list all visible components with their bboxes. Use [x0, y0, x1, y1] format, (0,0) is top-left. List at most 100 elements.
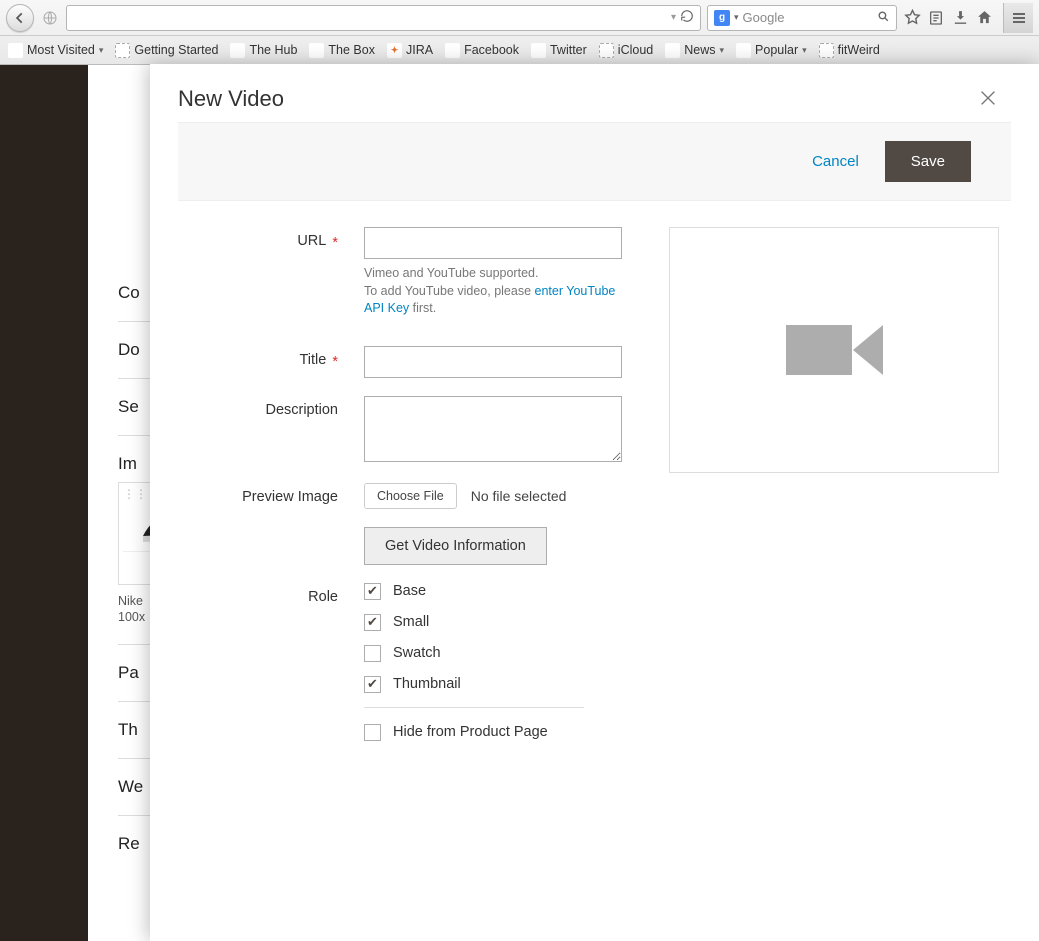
bookmark-label: Getting Started — [134, 43, 218, 57]
form-row-title: Title* — [178, 346, 643, 378]
modal-title: New Video — [178, 86, 284, 112]
favicon-icon — [115, 43, 130, 58]
form-row-url: URL* Vimeo and YouTube supported. To add… — [178, 227, 643, 318]
modal-form: URL* Vimeo and YouTube supported. To add… — [150, 201, 1039, 813]
bookmark-label: iCloud — [618, 43, 653, 57]
hide-label: Hide from Product Page — [393, 724, 548, 740]
divider — [364, 707, 584, 708]
bookmark-label: The Hub — [249, 43, 297, 57]
url-help-text: Vimeo and YouTube supported. To add YouT… — [364, 265, 622, 318]
bookmark-label: fitWeird — [838, 43, 880, 57]
favicon-icon — [599, 43, 614, 58]
label-url: URL* — [178, 227, 364, 318]
hide-from-product-page[interactable]: Hide from Product Page — [364, 724, 643, 741]
form-row-get-info: Get Video Information — [178, 527, 643, 565]
role-option[interactable]: Swatch — [364, 645, 643, 662]
bookmark-label: The Box — [328, 43, 375, 57]
bookmark-item[interactable]: ✦ JIRA — [387, 43, 433, 58]
checkbox[interactable]: ✔ — [364, 676, 381, 693]
back-button[interactable] — [6, 4, 34, 32]
new-video-modal: New Video Cancel Save URL* Vimeo and You… — [150, 64, 1039, 941]
search-icon[interactable] — [877, 10, 890, 26]
checkbox[interactable]: ✔ — [364, 583, 381, 600]
form-row-preview-image: Preview Image Choose File No file select… — [178, 483, 643, 509]
bookmark-label: Twitter — [550, 43, 587, 57]
section-label: Im — [118, 454, 137, 473]
nav-row: ▾ g ▾ Google — [0, 0, 1039, 36]
video-placeholder-icon — [786, 325, 883, 375]
favicon-icon: ◉ — [8, 43, 23, 58]
browser-chrome: ▾ g ▾ Google ◉Most Visited▾Gett — [0, 0, 1039, 65]
search-placeholder: Google — [743, 10, 873, 25]
bookmark-label: Most Visited — [27, 43, 95, 57]
bookmark-label: JIRA — [406, 43, 433, 57]
role-option[interactable]: ✔ Base — [364, 583, 643, 600]
download-icon[interactable] — [951, 9, 969, 27]
label-role: Role — [178, 583, 364, 755]
bookmark-item[interactable]: ✦ Twitter — [531, 43, 587, 58]
bookmark-item[interactable]: ▣ News ▾ — [665, 43, 724, 58]
favicon-icon: ⬡ — [230, 43, 245, 58]
bookmark-label: Popular — [755, 43, 798, 57]
favicon-icon: f — [445, 43, 460, 58]
url-bar[interactable]: ▾ — [66, 5, 701, 31]
description-input[interactable] — [364, 396, 622, 462]
bookmark-item[interactable]: iCloud — [599, 43, 653, 58]
role-label: Small — [393, 614, 429, 630]
google-icon: g — [714, 10, 730, 26]
dropdown-caret-icon[interactable]: ▾ — [671, 12, 676, 23]
modal-action-bar: Cancel Save — [178, 122, 1011, 201]
role-label: Swatch — [393, 645, 441, 661]
favicon-icon: ▣ — [736, 43, 751, 58]
star-icon[interactable] — [903, 9, 921, 27]
home-icon[interactable] — [975, 9, 993, 27]
bookmark-item[interactable]: f Facebook — [445, 43, 519, 58]
chevron-down-icon: ▾ — [802, 45, 807, 56]
label-title: Title* — [178, 346, 364, 378]
chevron-down-icon: ▾ — [99, 45, 104, 56]
favicon-icon: b — [309, 43, 324, 58]
search-caret-icon[interactable]: ▾ — [734, 12, 739, 23]
search-bar[interactable]: g ▾ Google — [707, 5, 897, 31]
save-button[interactable]: Save — [885, 141, 971, 182]
no-file-text: No file selected — [471, 488, 567, 504]
form-row-description: Description — [178, 396, 643, 465]
chevron-down-icon: ▾ — [720, 45, 725, 56]
favicon-icon: ✦ — [387, 43, 402, 58]
get-video-info-button[interactable]: Get Video Information — [364, 527, 547, 565]
label-preview-image: Preview Image — [178, 483, 364, 509]
checkbox[interactable] — [364, 724, 381, 741]
label-description: Description — [178, 396, 364, 465]
cancel-button[interactable]: Cancel — [812, 153, 859, 170]
url-input[interactable] — [364, 227, 622, 259]
bookmark-label: Facebook — [464, 43, 519, 57]
reload-icon[interactable] — [680, 9, 694, 26]
close-icon[interactable] — [977, 87, 999, 112]
hamburger-menu-icon[interactable] — [1003, 3, 1033, 33]
bookmark-item[interactable]: fitWeird — [819, 43, 880, 58]
bookmark-item[interactable]: Getting Started — [115, 43, 218, 58]
favicon-icon: ▣ — [665, 43, 680, 58]
role-option[interactable]: ✔ Small — [364, 614, 643, 631]
bookmark-item[interactable]: ▣ Popular ▾ — [736, 43, 807, 58]
bookmark-item[interactable]: b The Box — [309, 43, 375, 58]
favicon-icon: ✦ — [531, 43, 546, 58]
role-label: Base — [393, 583, 426, 599]
role-label: Thumbnail — [393, 676, 461, 692]
bookmark-item[interactable]: ◉ Most Visited ▾ — [8, 43, 103, 58]
form-row-role: Role ✔ Base ✔ Small Swatch ✔ Thumbnail Hide fro… — [178, 583, 643, 755]
list-icon[interactable] — [927, 9, 945, 27]
bookmarks-bar: ◉ Most Visited ▾ Getting Started ⬡ The Hub b Th… — [0, 36, 1039, 64]
checkbox[interactable]: ✔ — [364, 614, 381, 631]
modal-header: New Video — [150, 64, 1039, 122]
role-option[interactable]: ✔ Thumbnail — [364, 676, 643, 693]
checkbox[interactable] — [364, 645, 381, 662]
choose-file-button[interactable]: Choose File — [364, 483, 457, 509]
globe-icon — [40, 4, 60, 32]
bookmark-item[interactable]: ⬡ The Hub — [230, 43, 297, 58]
video-preview-box — [669, 227, 999, 473]
bookmark-label: News — [684, 43, 715, 57]
admin-sidebar — [0, 65, 88, 941]
favicon-icon — [819, 43, 834, 58]
title-input[interactable] — [364, 346, 622, 378]
